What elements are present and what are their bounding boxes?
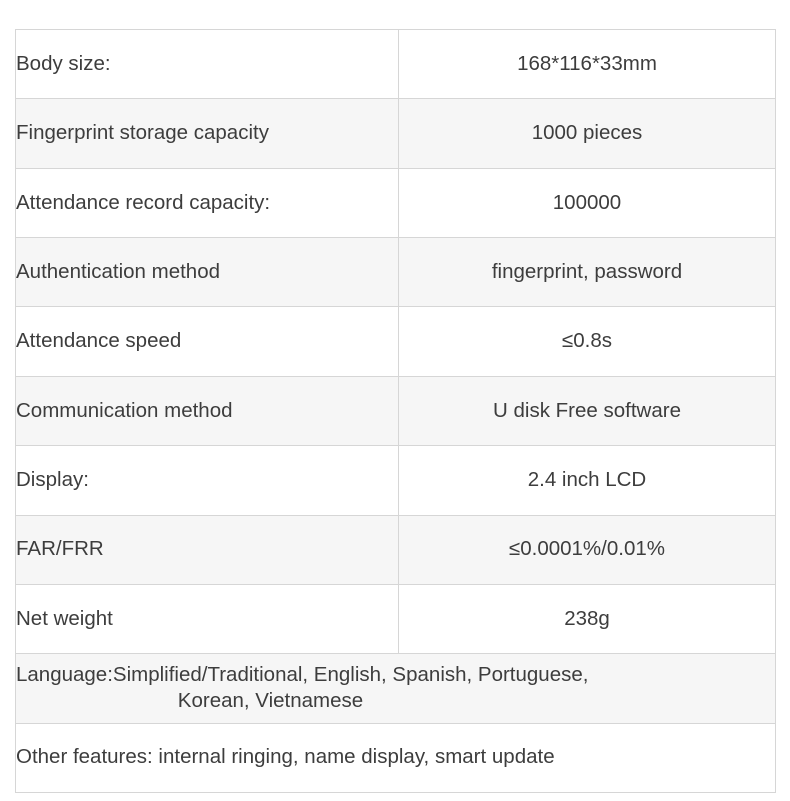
spec-language-cell: Language:Simplified/Traditional, English…	[15, 653, 776, 724]
spec-value-authentication-method: fingerprint, password	[398, 237, 776, 308]
table-row: FAR/FRR ≤0.0001%/0.01%	[15, 514, 776, 585]
table-row: Communication method U disk Free softwar…	[15, 375, 776, 447]
spec-label-authentication-method: Authentication method	[15, 237, 399, 308]
spec-value-fingerprint-storage-capacity: 1000 pieces	[398, 98, 776, 169]
spec-value-attendance-record-capacity: 100000	[398, 167, 776, 239]
spec-label-fingerprint-storage-capacity: Fingerprint storage capacity	[15, 98, 399, 169]
table-row: Attendance speed ≤0.8s	[15, 306, 776, 377]
spec-label-attendance-speed: Attendance speed	[15, 306, 399, 377]
spec-label-attendance-record-capacity: Attendance record capacity:	[15, 167, 399, 239]
spec-value-communication-method: U disk Free software	[398, 375, 776, 447]
spec-language-line-2: Korean, Vietnamese	[177, 689, 364, 713]
table-row: Net weight 238g	[15, 583, 776, 655]
table-row: Language:Simplified/Traditional, English…	[15, 653, 776, 724]
table-row: Body size: 168*116*33mm	[15, 28, 776, 100]
specification-table-body: Body size: 168*116*33mm Fingerprint stor…	[15, 28, 776, 793]
spec-language-line-1: Language:Simplified/Traditional, English…	[16, 662, 589, 686]
spec-label-net-weight: Net weight	[15, 583, 399, 655]
table-row: Attendance record capacity: 100000	[15, 167, 776, 239]
spec-label-display: Display:	[15, 445, 399, 516]
table-row: Display: 2.4 inch LCD	[15, 445, 776, 516]
spec-value-display: 2.4 inch LCD	[398, 445, 776, 516]
table-row: Authentication method fingerprint, passw…	[15, 237, 776, 308]
table-row: Fingerprint storage capacity 1000 pieces	[15, 98, 776, 169]
specification-table: Body size: 168*116*33mm Fingerprint stor…	[15, 28, 776, 793]
spec-value-net-weight: 238g	[398, 583, 776, 655]
spec-value-far-frr: ≤0.0001%/0.01%	[398, 514, 776, 585]
spec-label-communication-method: Communication method	[15, 375, 399, 447]
spec-label-far-frr: FAR/FRR	[15, 514, 399, 585]
table-row: Other features: internal ringing, name d…	[15, 722, 776, 793]
spec-other-features-cell: Other features: internal ringing, name d…	[15, 722, 776, 793]
spec-value-body-size: 168*116*33mm	[398, 28, 776, 100]
spec-value-attendance-speed: ≤0.8s	[398, 306, 776, 377]
spec-label-body-size: Body size:	[15, 28, 399, 100]
product-specification-sheet: Body size: 168*116*33mm Fingerprint stor…	[15, 28, 776, 793]
